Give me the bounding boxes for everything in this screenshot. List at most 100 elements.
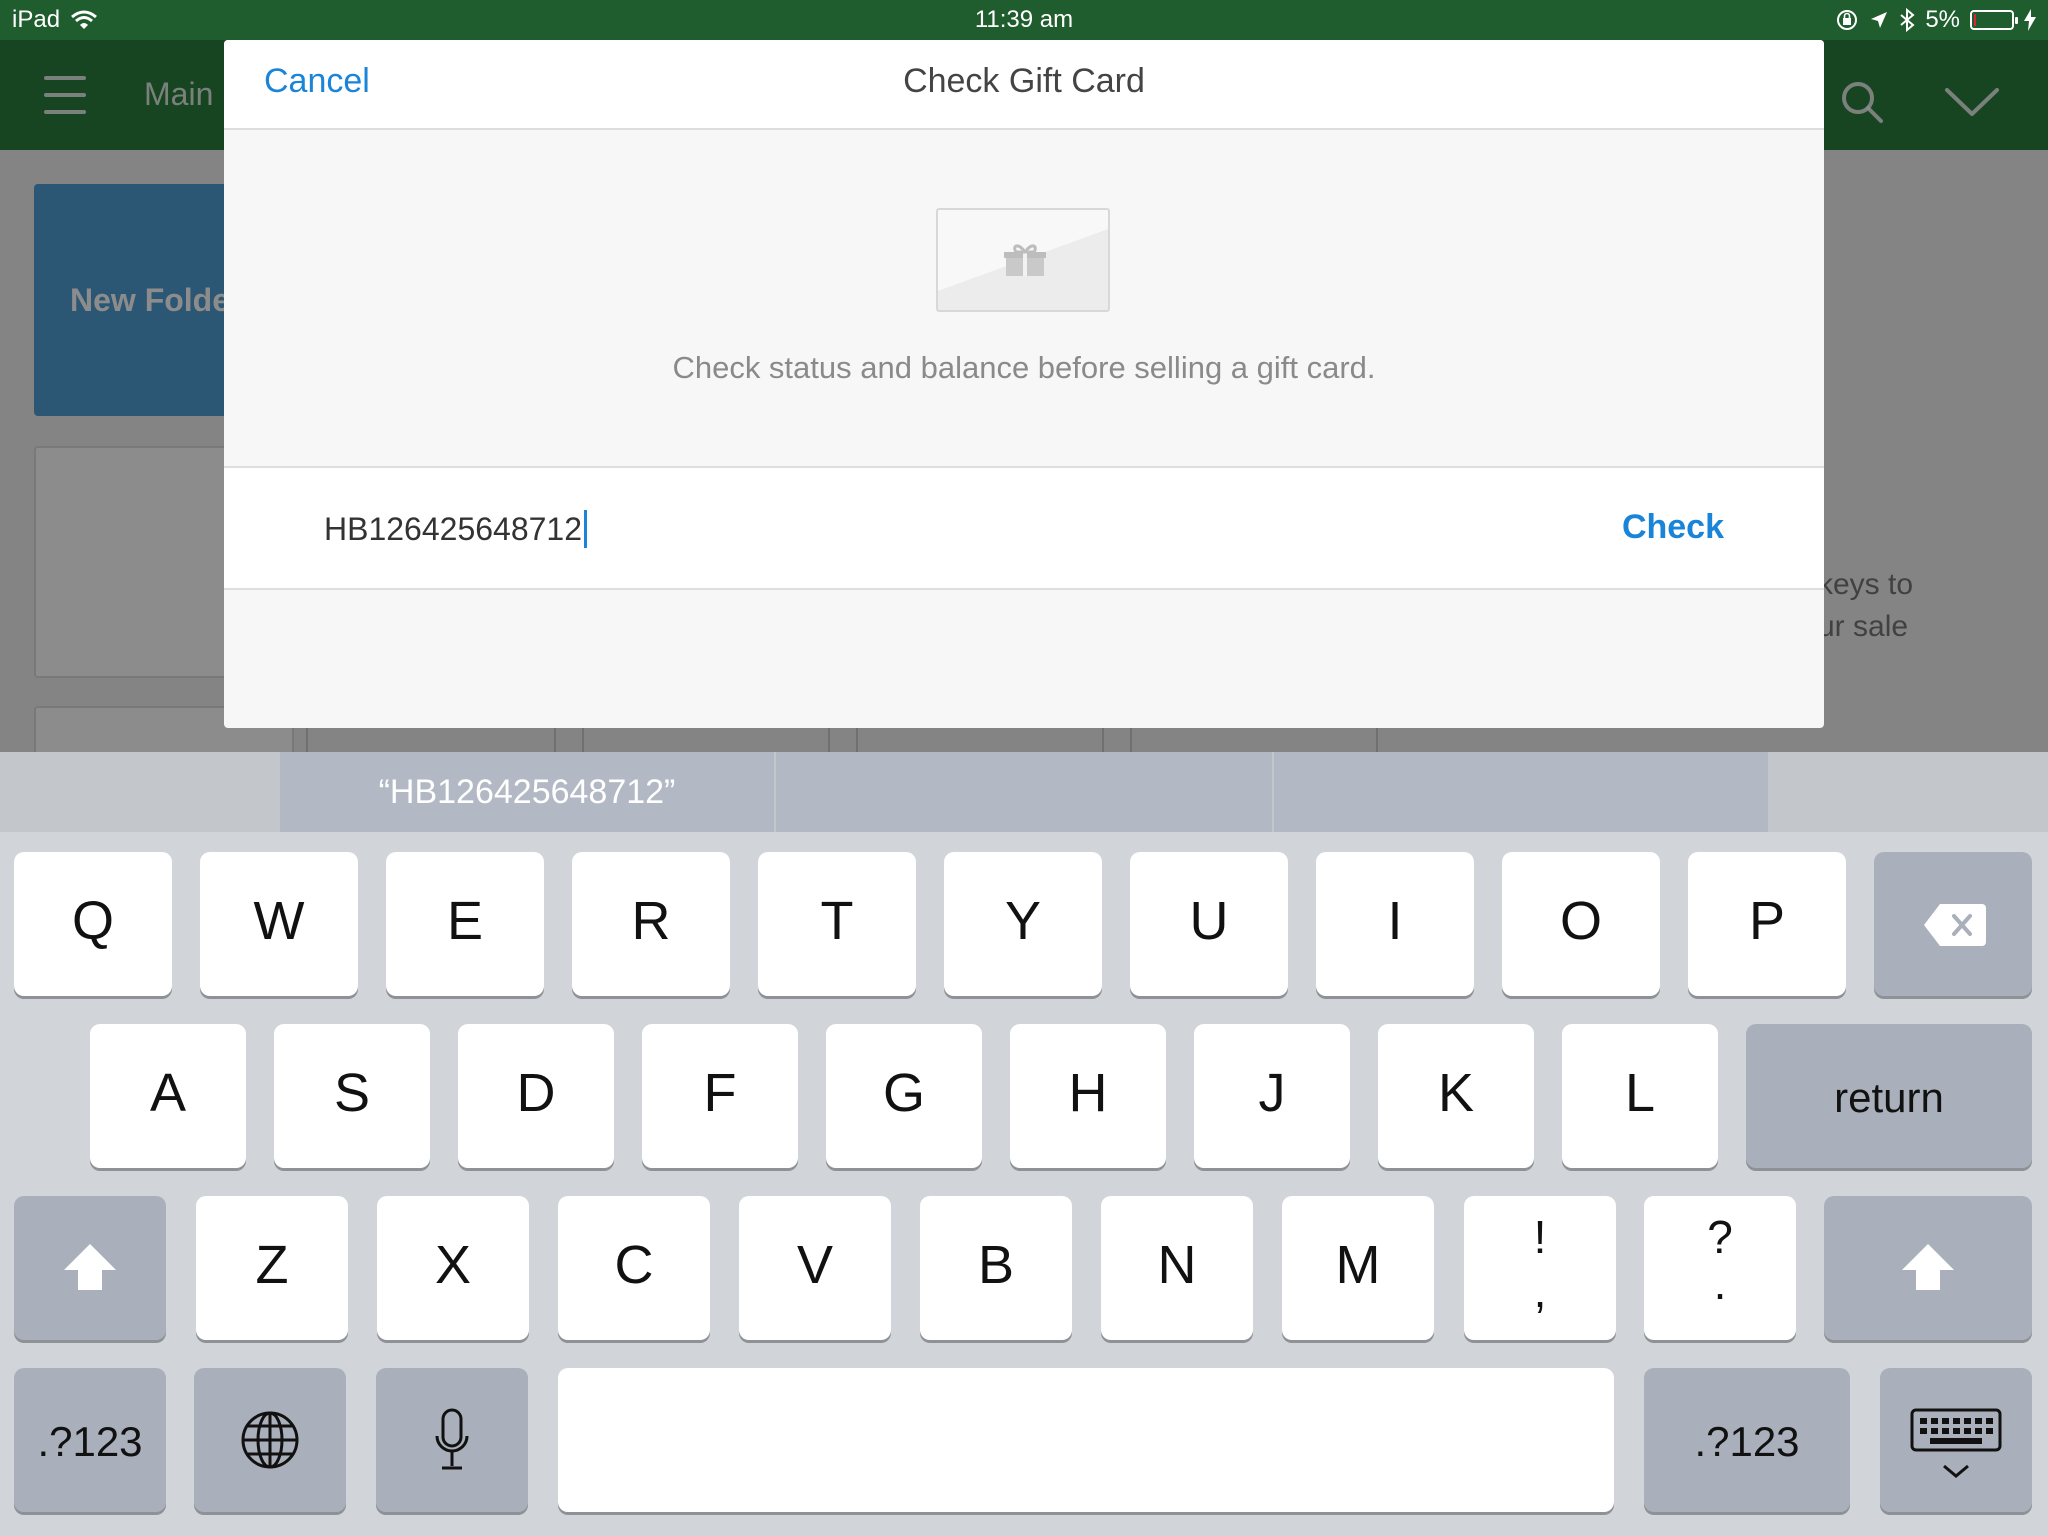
key-r[interactable]: R <box>572 852 730 996</box>
shift-key-left[interactable] <box>14 1196 166 1340</box>
backspace-icon <box>1924 904 1986 946</box>
key-label: S <box>333 1063 371 1123</box>
key-y[interactable]: Y <box>944 852 1102 996</box>
status-time: 11:39 am <box>974 6 1074 33</box>
key-label: R <box>631 891 671 951</box>
key-label: M <box>1335 1235 1381 1295</box>
space-key[interactable] <box>558 1368 1614 1512</box>
numbers-key-right[interactable]: .?123 <box>1644 1368 1850 1512</box>
battery-percent: 5% <box>1925 6 1960 33</box>
key-u[interactable]: U <box>1130 852 1288 996</box>
backspace-key[interactable] <box>1874 852 2032 996</box>
key-m[interactable]: M <box>1282 1196 1434 1340</box>
key-label: U <box>1189 891 1229 951</box>
key-q[interactable]: Q <box>14 852 172 996</box>
key-label: I <box>1387 891 1403 951</box>
key-b[interactable]: B <box>920 1196 1072 1340</box>
key-v[interactable]: V <box>739 1196 891 1340</box>
keyboard-dismiss-icon <box>1910 1408 2002 1478</box>
shift-icon <box>1902 1244 1954 1290</box>
key-label-bottom: . <box>1713 1257 1727 1309</box>
key-label: J <box>1258 1063 1286 1123</box>
bluetooth-icon <box>1900 8 1915 32</box>
gift-card-number-input[interactable]: HB126425648712 <box>324 510 588 548</box>
key-label: A <box>149 1063 187 1123</box>
key-label: P <box>1748 891 1786 951</box>
key-label: W <box>253 891 305 951</box>
status-bar: 11:39 am iPad 5% <box>0 0 2048 40</box>
key-label: V <box>796 1235 834 1295</box>
on-screen-keyboard: QWERTYUIOP ASDFGHJKL ZXCVBNM return ! , … <box>0 832 2048 1536</box>
key-s[interactable]: S <box>274 1024 430 1168</box>
check-gift-card-modal: Cancel Check Gift Card Check status and … <box>224 40 1824 728</box>
key-label: G <box>882 1063 925 1123</box>
shift-key-right[interactable] <box>1824 1196 2032 1340</box>
key-h[interactable]: H <box>1010 1024 1166 1168</box>
key-label: F <box>703 1063 737 1123</box>
device-name: iPad <box>12 6 61 33</box>
key-d[interactable]: D <box>458 1024 614 1168</box>
keyboard-dismiss-key[interactable] <box>1880 1368 2032 1512</box>
key-label: K <box>1437 1063 1475 1123</box>
modal-header: Cancel Check Gift Card <box>224 40 1824 130</box>
key-o[interactable]: O <box>1502 852 1660 996</box>
key-e[interactable]: E <box>386 852 544 996</box>
numbers-key-left[interactable]: .?123 <box>14 1368 166 1512</box>
gift-card-icon <box>936 208 1110 312</box>
key-label: H <box>1068 1063 1108 1123</box>
key-label: X <box>434 1235 472 1295</box>
suggestion-item[interactable] <box>1274 752 1768 832</box>
key-label: D <box>516 1063 556 1123</box>
key-w[interactable]: W <box>200 852 358 996</box>
key-label: B <box>977 1235 1015 1295</box>
key-f[interactable]: F <box>642 1024 798 1168</box>
return-key-label: return <box>1834 1074 1944 1121</box>
key-label-bottom: , <box>1533 1265 1547 1317</box>
key-label: E <box>446 891 484 951</box>
key-question-period[interactable]: ? . <box>1644 1196 1796 1340</box>
key-p[interactable]: P <box>1688 852 1846 996</box>
suggestion-item[interactable]: “HB126425648712” <box>280 752 774 832</box>
check-button[interactable]: Check <box>1622 508 1724 547</box>
key-z[interactable]: Z <box>196 1196 348 1340</box>
key-label: C <box>614 1235 654 1295</box>
key-x[interactable]: X <box>377 1196 529 1340</box>
numbers-key-label: .?123 <box>37 1418 143 1465</box>
globe-key[interactable] <box>194 1368 346 1512</box>
key-exclaim-comma[interactable]: ! , <box>1464 1196 1616 1340</box>
globe-icon <box>241 1411 299 1469</box>
key-i[interactable]: I <box>1316 852 1474 996</box>
input-text: HB126425648712 <box>324 511 583 547</box>
key-k[interactable]: K <box>1378 1024 1534 1168</box>
microphone-key[interactable] <box>376 1368 528 1512</box>
text-caret <box>584 510 588 548</box>
battery-icon <box>1970 10 2018 30</box>
key-t[interactable]: T <box>758 852 916 996</box>
key-label: L <box>1624 1063 1656 1123</box>
charging-icon <box>2024 9 2036 31</box>
modal-title: Check Gift Card <box>903 62 1145 100</box>
key-label: Z <box>255 1235 289 1295</box>
key-l[interactable]: L <box>1562 1024 1718 1168</box>
key-c[interactable]: C <box>558 1196 710 1340</box>
location-icon <box>1871 12 1888 28</box>
key-a[interactable]: A <box>90 1024 246 1168</box>
numbers-key-label: .?123 <box>1694 1418 1800 1465</box>
shift-icon <box>64 1244 116 1290</box>
modal-description: Check status and balance before selling … <box>672 350 1376 385</box>
key-g[interactable]: G <box>826 1024 982 1168</box>
microphone-icon <box>435 1408 469 1470</box>
key-j[interactable]: J <box>1194 1024 1350 1168</box>
key-label: Q <box>71 891 114 951</box>
key-label: T <box>820 891 854 951</box>
return-key[interactable]: return <box>1746 1024 2032 1168</box>
wifi-icon <box>71 10 98 29</box>
gift-card-number-field[interactable]: HB126425648712 Check <box>224 466 1824 590</box>
key-n[interactable]: N <box>1101 1196 1253 1340</box>
key-label: N <box>1157 1235 1197 1295</box>
suggestion-item[interactable] <box>776 752 1272 832</box>
key-label-top: ! <box>1533 1211 1547 1263</box>
predictive-bar: “HB126425648712” <box>0 752 2048 832</box>
key-label: O <box>1559 891 1602 951</box>
key-label: Y <box>1004 891 1042 951</box>
